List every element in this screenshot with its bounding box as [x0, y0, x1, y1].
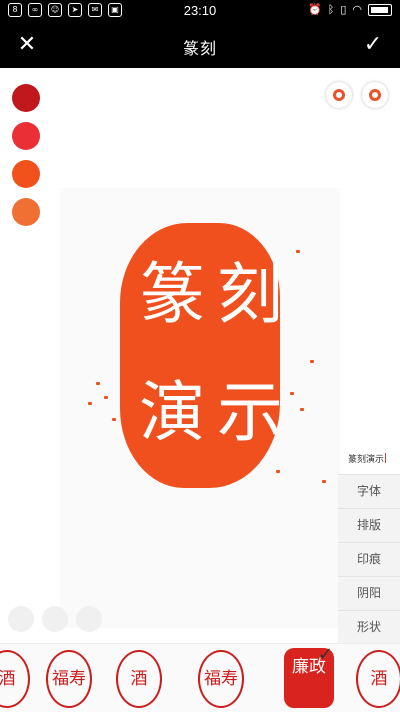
side-menu: 字体 排版 印痕 阴阳 形状 — [338, 474, 400, 644]
menu-texture[interactable]: 印痕 — [338, 542, 400, 576]
color-swatch-red[interactable] — [12, 122, 40, 150]
battery-icon — [368, 3, 392, 16]
seal-template-text: 福寿 — [46, 650, 92, 708]
seal-template-4[interactable]: 福寿 — [194, 648, 250, 710]
menu-shape[interactable]: 形状 — [338, 610, 400, 644]
menu-yin-yang[interactable]: 阴阳 — [338, 576, 400, 610]
seal-template-text: 酒 — [116, 650, 162, 708]
wifi-icon: ◠ — [352, 3, 362, 16]
status-bar: 8 ∞ ☺ ➤ ✉ ▣ 23:10 ⏰ ᛒ ▯ ◠ — [0, 0, 400, 22]
color-palette — [12, 84, 42, 236]
seal-template-strip[interactable]: 酒 福寿 酒 福寿 廉政 ✓ 酒 — [0, 643, 400, 712]
seal-template-6[interactable]: 酒 — [352, 648, 400, 710]
target-button-2[interactable] — [362, 82, 388, 108]
target-button-1[interactable] — [326, 82, 352, 108]
color-swatch-orange-red[interactable] — [12, 160, 40, 188]
bluetooth-icon: ᛒ — [327, 3, 335, 16]
top-tools — [326, 82, 388, 108]
status-icons-right: ⏰ ᛒ ▯ ◠ — [308, 3, 392, 16]
selected-check-icon: ✓ — [318, 644, 334, 665]
title-bar: ✕ 篆刻 ✓ — [0, 22, 400, 68]
vibrate-icon: ▯ — [340, 3, 347, 16]
seal-template-text: 酒 — [0, 650, 30, 708]
seal-char-3: 示 — [217, 374, 283, 451]
seal-char-2: 篆 — [139, 256, 205, 333]
seal-template-2[interactable]: 福寿 — [42, 648, 98, 710]
ghost-button-1[interactable] — [8, 606, 34, 632]
seal-template-text: 酒 — [356, 650, 400, 708]
seal-preview[interactable]: 刻 篆 示 演 — [120, 223, 283, 488]
seal-template-text: 福寿 — [198, 650, 244, 708]
check-icon: ✓ — [363, 32, 383, 57]
confirm-button[interactable]: ✓ — [360, 32, 386, 58]
alarm-icon: ⏰ — [308, 3, 322, 16]
color-swatch-orange[interactable] — [12, 198, 40, 226]
ghost-button-3[interactable] — [76, 606, 102, 632]
hidden-tools — [8, 606, 102, 632]
seal-char-4: 演 — [139, 374, 205, 451]
seal-char-1: 刻 — [217, 256, 283, 333]
page-title: 篆刻 — [182, 39, 217, 58]
seal-template-1[interactable]: 酒 — [0, 648, 36, 710]
seal-text-input[interactable]: 篆刻演示 — [348, 452, 386, 465]
menu-layout[interactable]: 排版 — [338, 508, 400, 542]
ghost-button-2[interactable] — [42, 606, 68, 632]
menu-font[interactable]: 字体 — [338, 474, 400, 508]
seal-template-3[interactable]: 酒 — [112, 648, 168, 710]
color-swatch-dark-red[interactable] — [12, 84, 40, 112]
